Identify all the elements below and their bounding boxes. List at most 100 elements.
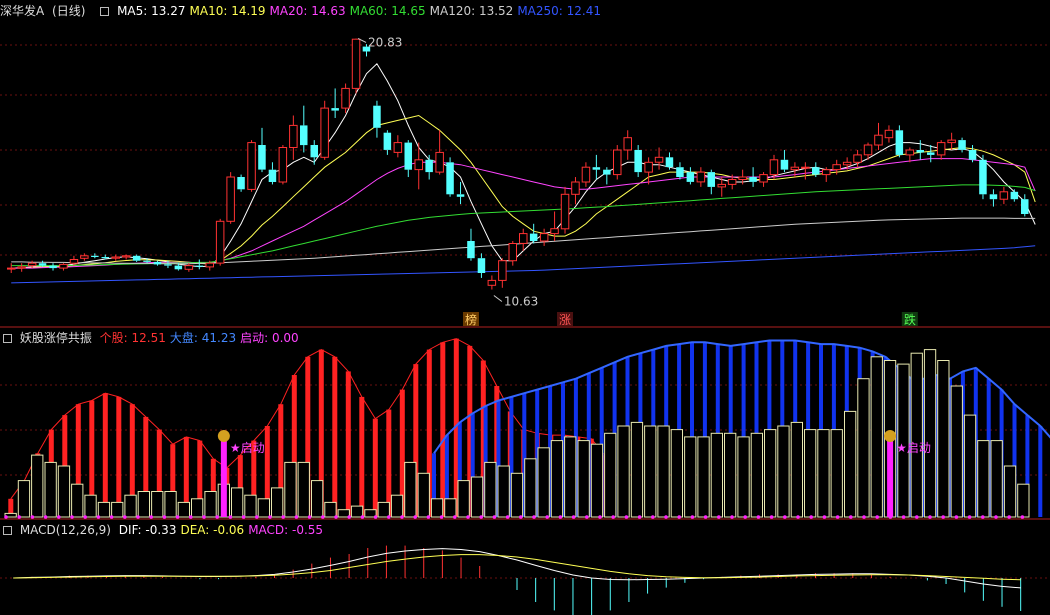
candle (91, 255, 99, 257)
baseline-dot (162, 515, 167, 519)
candle (174, 265, 183, 270)
candle (121, 255, 131, 258)
indicator-toggle-icon[interactable] (100, 7, 110, 16)
resonance-volume-box (617, 425, 630, 518)
candle (351, 38, 361, 89)
macd-line-dea (13, 554, 1021, 581)
baseline-dot (30, 515, 35, 519)
baseline-dot (254, 515, 259, 519)
resonance-volume-box (377, 501, 390, 518)
candle (560, 193, 570, 230)
indicator-toggle-icon[interactable] (3, 334, 12, 343)
candle (539, 233, 549, 242)
resonance-volume-box (231, 487, 244, 518)
candle (874, 134, 883, 146)
candle (613, 149, 622, 176)
baseline-dot (215, 515, 219, 519)
period-label: (日线) (52, 4, 86, 18)
stock-name[interactable]: 深华发A (日线) (0, 4, 93, 18)
candle (790, 166, 800, 171)
resonance-volume-box (804, 429, 817, 518)
signal-tag: 跌 (904, 312, 916, 327)
resonance-volume-box (977, 440, 990, 518)
baseline-dot (783, 515, 787, 519)
indicator-value: DEA: -0.06 (180, 523, 245, 537)
baseline-dot (928, 515, 932, 519)
resonance-title[interactable]: 妖股涨停共振 (20, 331, 92, 345)
start-signal-bar (220, 440, 227, 517)
resonance-volume-box (337, 509, 350, 518)
baseline-dot (730, 515, 734, 519)
resonance-bar-market (1038, 426, 1043, 517)
baseline-dot (321, 515, 325, 519)
resonance-volume-box (710, 432, 724, 518)
resonance-volume-box (630, 421, 644, 518)
resonance-volume-box (497, 465, 510, 518)
indicator-toggle-icon[interactable] (3, 526, 12, 535)
baseline-dot (189, 515, 193, 519)
resonance-volume-box (510, 472, 524, 518)
start-signal-label: ★启动 (230, 441, 265, 455)
candle (404, 142, 412, 170)
baseline-dot (268, 515, 272, 519)
candle (905, 149, 915, 156)
candle (498, 260, 507, 281)
baseline-dot (70, 515, 74, 519)
baseline-dot (479, 515, 484, 519)
baseline-dot (439, 515, 444, 519)
resonance-volume-box (524, 458, 537, 518)
candle (979, 159, 987, 195)
candle (1010, 191, 1019, 200)
candle (195, 265, 203, 267)
baseline-dot (849, 515, 853, 519)
resonance-volume-box (324, 501, 337, 518)
resonance-volume-box (564, 436, 577, 518)
resonance-bar-stock (332, 356, 338, 517)
baseline-dot (96, 515, 101, 519)
resonance-volume-box (44, 461, 57, 518)
resonance-volume-box (151, 491, 164, 518)
candle (759, 174, 768, 183)
baseline-dot (598, 515, 602, 519)
baseline-dot (1020, 515, 1025, 519)
resonance-volume-box (1017, 483, 1030, 518)
baseline-dot (624, 515, 629, 519)
candle (80, 255, 89, 259)
candle (780, 159, 789, 170)
candle (184, 265, 194, 270)
candle (717, 183, 726, 188)
candle (550, 228, 559, 235)
candle (477, 258, 486, 273)
candle (205, 262, 214, 268)
candle (769, 159, 779, 176)
resonance-volume-box (990, 440, 1003, 518)
resonance-volume-box (537, 447, 550, 518)
candle (832, 164, 841, 171)
baseline-dot (585, 515, 589, 519)
baseline-dot (83, 515, 87, 519)
resonance-volume-box (17, 480, 31, 518)
baseline-dot (109, 515, 114, 519)
baseline-dot (862, 515, 866, 519)
baseline-dot (835, 515, 840, 519)
baseline-dot (888, 515, 893, 519)
start-signal-bar (887, 440, 894, 517)
macd-panel-header: MACD(12,26,9) DIF: -0.33 DEA: -0.06 MACD: … (0, 522, 331, 538)
resonance-volume-box (137, 491, 150, 518)
candle (59, 263, 68, 269)
candle (268, 169, 277, 182)
candle (529, 233, 538, 241)
candle (300, 125, 308, 146)
resonance-volume-box (84, 494, 97, 518)
candle (634, 150, 642, 173)
baseline-dot (954, 515, 959, 519)
candle (916, 150, 924, 153)
baseline-dot (360, 515, 365, 519)
candle (895, 130, 904, 155)
macd-title[interactable]: MACD(12,26,9) (20, 523, 111, 537)
baseline-dot (373, 515, 378, 519)
candle (884, 129, 894, 139)
resonance-volume-box (644, 425, 657, 518)
baseline-dot (413, 515, 418, 519)
baseline-dot (453, 515, 457, 519)
